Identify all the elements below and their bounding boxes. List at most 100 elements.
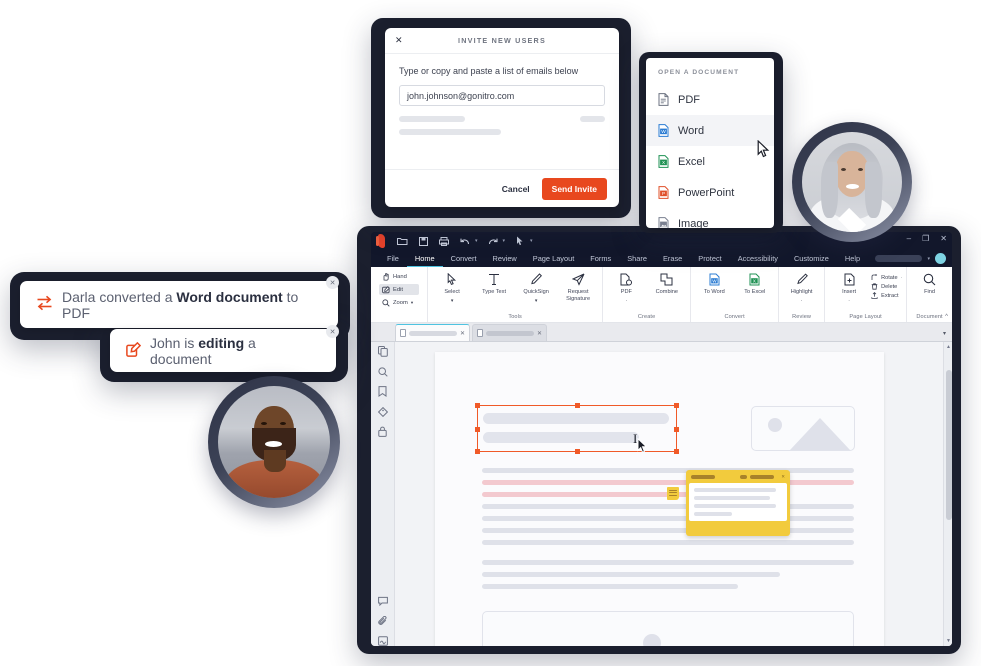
chevron-down-icon[interactable]: ▾ bbox=[943, 330, 946, 337]
notification-2-close-icon[interactable]: ✕ bbox=[326, 325, 339, 338]
open-menu-item-image[interactable]: Image bbox=[646, 208, 774, 228]
ribbon-button-select[interactable]: Select ▾ bbox=[432, 270, 472, 305]
ribbon-button-type-text[interactable]: Type Text bbox=[474, 270, 514, 296]
security-lock-icon[interactable] bbox=[377, 426, 388, 437]
chevron-up-icon[interactable]: ^ bbox=[945, 314, 948, 320]
search-icon[interactable] bbox=[377, 366, 388, 377]
resize-handle-ne[interactable] bbox=[674, 403, 679, 408]
menu-tab-forms[interactable]: Forms bbox=[582, 250, 619, 267]
select-dropdown-caret-icon[interactable]: ▾ bbox=[451, 298, 454, 305]
select-tool-icon[interactable] bbox=[514, 235, 526, 247]
ribbon-button-insert-page[interactable]: Insert · bbox=[829, 270, 869, 305]
page-layout-rotate[interactable]: Rotate · bbox=[871, 274, 902, 281]
open-menu-item-word[interactable]: W Word bbox=[646, 115, 774, 146]
notification-card-editing[interactable]: John is editing a document bbox=[110, 329, 336, 372]
resize-handle-e[interactable] bbox=[674, 427, 679, 432]
cancel-button[interactable]: Cancel bbox=[502, 184, 530, 194]
menu-tab-convert[interactable]: Convert bbox=[443, 250, 485, 267]
resize-handle-se[interactable] bbox=[674, 449, 679, 454]
ribbon-button-quicksign[interactable]: QuickSign ▾ bbox=[516, 270, 556, 305]
menu-tab-review[interactable]: Review bbox=[485, 250, 525, 267]
menu-tab-accessibility[interactable]: Accessibility bbox=[730, 250, 786, 267]
resize-handle-w[interactable] bbox=[475, 427, 480, 432]
sticky-note-meta bbox=[750, 475, 774, 479]
document-scroll-area[interactable]: ✕ I ▲ ▼ bbox=[395, 342, 952, 646]
menu-tab-protect[interactable]: Protect bbox=[690, 250, 729, 267]
open-folder-icon[interactable] bbox=[396, 235, 408, 247]
comments-icon[interactable] bbox=[377, 595, 388, 606]
document-tab-1[interactable]: ✕ bbox=[395, 324, 470, 341]
sticky-note-chip-icon[interactable] bbox=[667, 487, 679, 500]
menu-tab-erase[interactable]: Erase bbox=[655, 250, 690, 267]
undo-caret-icon[interactable]: ▾ bbox=[475, 238, 478, 244]
mode-button-edit[interactable]: Edit bbox=[379, 284, 420, 295]
mode-button-hand[interactable]: Hand bbox=[379, 271, 419, 282]
minimize-button[interactable]: – bbox=[907, 235, 911, 243]
insert-caret-icon[interactable]: · bbox=[848, 298, 850, 305]
ribbon-button-to-word[interactable]: W To Word bbox=[695, 270, 734, 296]
redo-caret-icon[interactable]: ▾ bbox=[503, 238, 506, 244]
ribbon-button-request-signature[interactable]: Request Signature bbox=[558, 270, 598, 302]
document-tab-2[interactable]: ✕ bbox=[472, 324, 547, 341]
resize-handle-s[interactable] bbox=[575, 449, 580, 454]
avatar-eye-right bbox=[858, 168, 863, 171]
notification-card-converted[interactable]: Darla converted a Word document to PDF bbox=[20, 281, 338, 328]
invite-email-input[interactable]: john.johnson@gonitro.com bbox=[399, 85, 605, 106]
page-thumbnails-icon[interactable] bbox=[377, 346, 388, 357]
close-button[interactable]: ✕ bbox=[940, 235, 947, 243]
menu-tab-customize[interactable]: Customize bbox=[786, 250, 837, 267]
quicksign-dropdown-caret-icon[interactable]: ▾ bbox=[535, 298, 538, 305]
ribbon-button-create-pdf[interactable]: PDF · bbox=[607, 270, 646, 305]
send-invite-button[interactable]: Send Invite bbox=[541, 177, 607, 200]
chevron-up-icon[interactable]: ▲ bbox=[946, 344, 951, 350]
menu-tab-home[interactable]: Home bbox=[406, 250, 443, 267]
open-menu-item-excel[interactable]: X Excel bbox=[646, 146, 774, 177]
page-layout-delete[interactable]: Delete bbox=[871, 283, 902, 290]
image-placeholder-top[interactable] bbox=[751, 406, 855, 451]
document-page[interactable]: ✕ I bbox=[435, 352, 884, 646]
page-layout-extract[interactable]: Extract bbox=[871, 292, 902, 299]
account-avatar[interactable] bbox=[935, 253, 946, 264]
scrollbar-thumb[interactable] bbox=[945, 370, 952, 520]
ribbon-button-to-excel[interactable]: X To Excel bbox=[736, 270, 775, 296]
ribbon-label-combine: Combine bbox=[655, 289, 679, 295]
undo-icon[interactable] bbox=[459, 235, 471, 247]
bookmarks-icon[interactable] bbox=[377, 386, 388, 397]
open-menu-item-powerpoint[interactable]: P PowerPoint bbox=[646, 177, 774, 208]
select-caret-icon[interactable]: ▾ bbox=[530, 238, 533, 244]
redo-icon[interactable] bbox=[487, 235, 499, 247]
attachments-icon[interactable] bbox=[377, 615, 388, 626]
ribbon-button-highlight[interactable]: Highlight · bbox=[783, 270, 820, 305]
close-icon[interactable]: ✕ bbox=[460, 330, 465, 337]
sticky-note-popup[interactable]: ✕ bbox=[686, 470, 790, 536]
chevron-down-icon[interactable]: ▼ bbox=[946, 638, 951, 644]
close-icon[interactable]: ✕ bbox=[781, 474, 785, 480]
vertical-scrollbar[interactable]: ▲ ▼ bbox=[943, 342, 952, 646]
ribbon-label-create-pdf: PDF bbox=[620, 289, 632, 295]
highlight-caret-icon[interactable]: · bbox=[801, 298, 803, 305]
menu-tab-share[interactable]: Share bbox=[619, 250, 655, 267]
image-placeholder-bottom[interactable] bbox=[482, 611, 854, 646]
resize-handle-sw[interactable] bbox=[475, 449, 480, 454]
ribbon-button-combine[interactable]: Combine bbox=[648, 270, 687, 296]
chevron-down-icon[interactable]: ▾ bbox=[927, 256, 930, 262]
restore-button[interactable]: ❐ bbox=[922, 235, 929, 243]
save-icon[interactable] bbox=[417, 235, 429, 247]
zoom-caret-icon[interactable]: ▾ bbox=[411, 300, 413, 306]
menu-tab-page-layout[interactable]: Page Layout bbox=[525, 250, 583, 267]
resize-handle-n[interactable] bbox=[575, 403, 580, 408]
ribbon-button-find[interactable]: Find bbox=[911, 270, 948, 296]
menu-tab-help[interactable]: Help bbox=[837, 250, 868, 267]
create-pdf-caret-icon[interactable]: · bbox=[626, 298, 628, 305]
open-menu-item-pdf[interactable]: PDF bbox=[646, 84, 774, 115]
resize-handle-nw[interactable] bbox=[475, 403, 480, 408]
mode-button-zoom[interactable]: Zoom ▾ bbox=[379, 297, 419, 308]
sticky-note-body[interactable] bbox=[689, 483, 787, 521]
signature-icon[interactable] bbox=[377, 635, 388, 646]
notification-1-close-icon[interactable]: ✕ bbox=[326, 276, 339, 289]
print-icon[interactable] bbox=[438, 235, 450, 247]
close-icon[interactable]: ✕ bbox=[537, 330, 542, 337]
menu-tab-file[interactable]: File bbox=[379, 250, 407, 267]
rotate-caret-icon[interactable]: · bbox=[901, 275, 903, 280]
layers-icon[interactable] bbox=[377, 406, 388, 417]
